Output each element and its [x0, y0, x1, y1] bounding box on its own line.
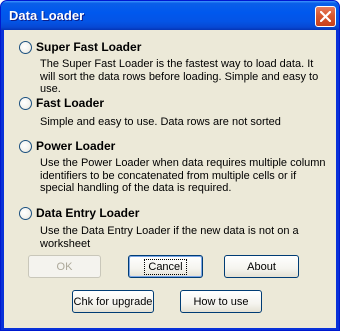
how-to-use-button[interactable]: How to use — [180, 290, 262, 313]
about-button[interactable]: About — [224, 255, 299, 278]
window-title: Data Loader — [9, 8, 85, 23]
dialog-body: Super Fast Loader The Super Fast Loader … — [4, 30, 336, 328]
radio-data-entry-loader[interactable] — [19, 207, 32, 220]
option-label: Power Loader — [36, 139, 116, 153]
option-description: The Super Fast Loader is the fastest way… — [40, 58, 319, 95]
option-label: Data Entry Loader — [36, 206, 140, 220]
radio-power-loader[interactable] — [19, 140, 32, 153]
ok-button-label: OK — [56, 260, 73, 273]
about-button-label: About — [247, 260, 276, 273]
option-label: Fast Loader — [36, 96, 105, 110]
data-loader-window: Data Loader Super Fast Loader The Super … — [0, 0, 340, 331]
check-upgrade-button-label: Chk for upgrade — [73, 295, 153, 308]
how-to-use-button-label: How to use — [193, 295, 249, 308]
title-bar[interactable]: Data Loader — [1, 1, 339, 30]
radio-super-fast-loader[interactable] — [19, 41, 32, 54]
option-description: Use the Data Entry Loader if the new dat… — [40, 225, 299, 250]
cancel-button[interactable]: Cancel — [128, 255, 203, 278]
cancel-button-label: Cancel — [144, 258, 187, 275]
close-icon — [320, 11, 331, 22]
option-label: Super Fast Loader — [36, 40, 142, 54]
radio-fast-loader[interactable] — [19, 97, 32, 110]
option-description: Simple and easy to use. Data rows are no… — [40, 116, 281, 128]
close-button[interactable] — [315, 6, 336, 27]
ok-button[interactable]: OK — [28, 255, 101, 278]
option-description: Use the Power Loader when data requires … — [40, 157, 326, 194]
check-upgrade-button[interactable]: Chk for upgrade — [72, 290, 154, 313]
